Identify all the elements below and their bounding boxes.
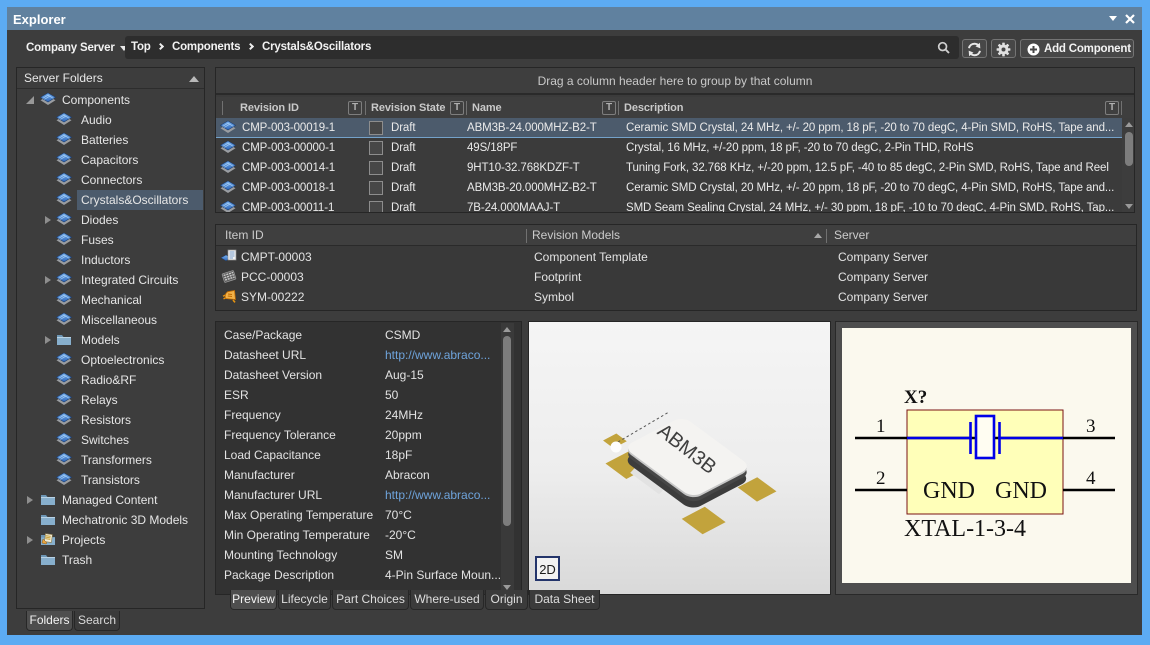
svg-text:X?: X? [904, 387, 927, 408]
svg-text:3: 3 [1086, 416, 1096, 437]
svg-text:GND: GND [923, 478, 975, 504]
svg-text:XTAL-1-3-4: XTAL-1-3-4 [904, 516, 1026, 542]
svg-text:2: 2 [876, 468, 886, 489]
svg-text:GND: GND [995, 478, 1047, 504]
svg-text:4: 4 [1086, 468, 1096, 489]
svg-text:1: 1 [876, 416, 886, 437]
